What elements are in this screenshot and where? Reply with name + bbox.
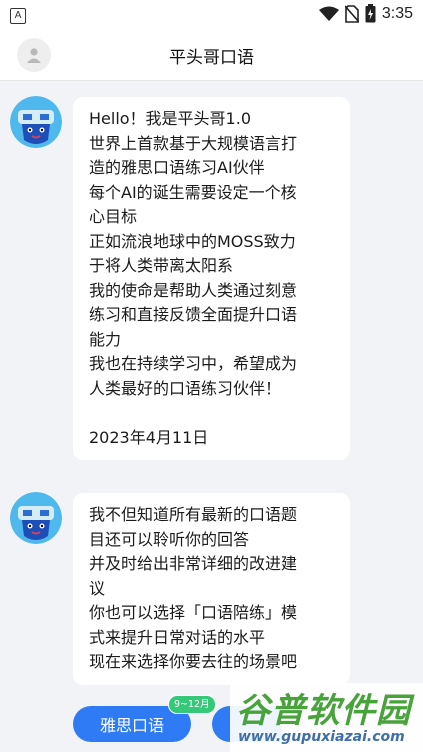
message-line: 议 <box>89 578 106 598</box>
wifi-icon <box>318 6 339 21</box>
no-sim-icon <box>344 4 359 23</box>
message-line: 练习和直接反馈全面提升口语 <box>89 305 298 324</box>
app-header: 平头哥口语 <box>0 30 423 81</box>
status-icons: 3:35 <box>318 4 413 23</box>
bot-avatar-image <box>10 96 62 148</box>
message-line: 并及时给出非常详细的改进建 <box>89 554 298 573</box>
bot-avatar <box>10 96 62 148</box>
bot-avatar <box>10 492 62 544</box>
app-notification-icon: A <box>10 8 26 24</box>
message-line: 我不但知道所有最新的口语题 <box>89 505 298 524</box>
message-line: 能力 <box>89 329 122 349</box>
season-tag-badge: 9~12月 <box>168 695 216 714</box>
message-line: 现在来选择你要去往的场景吧 <box>89 652 298 671</box>
watermark-title: 谷普软件园 <box>236 691 411 731</box>
message-line: 世界上首款基于大规模语言打 <box>89 133 298 153</box>
page-title: 平头哥口语 <box>169 48 254 68</box>
status-time: 3:35 <box>381 4 413 22</box>
message-line: 每个AI的诞生需要设定一个核 <box>89 182 297 202</box>
message-line: 正如流浪地球中的MOSS致力 <box>89 231 296 251</box>
watermark-url: www.gupuxiazai.com <box>238 729 405 745</box>
message-line: 式来提升日常对话的水平 <box>89 627 266 647</box>
message-line: 人类最好的口语练习伙伴！ <box>89 378 282 398</box>
message-line: 于将人类带离太阳系 <box>89 256 234 275</box>
site-watermark: 谷普软件园 www.gupuxiazai.com <box>230 683 423 752</box>
bot-message-bubble: 我不但知道所有最新的口语题 目还可以聆听你的回答并及时给出非常详细的改进建议你也可… <box>73 493 350 685</box>
message-line <box>89 401 338 426</box>
battery-icon <box>365 4 376 23</box>
message-line: 2023年4月11日 <box>89 427 209 447</box>
message-line: 我也在持续学习中，希望成为 <box>89 354 298 373</box>
bot-message-bubble: Hello！我是平头哥1.0 世界上首款基于大规模语言打 造的雅思口语练习AI伙伴每… <box>73 97 350 460</box>
status-bar: A 3:35 <box>0 0 423 30</box>
message-line: 你也可以选择「口语陪练」模 <box>89 603 298 622</box>
message-line: 我的使命是帮助人类通过刻意 <box>89 280 298 300</box>
bot-avatar-image <box>10 492 62 544</box>
message-line: 造的雅思口语练习AI伙伴 <box>89 158 265 177</box>
message-line: Hello！我是平头哥1.0 <box>89 109 252 128</box>
message-line: 心目标 <box>89 207 138 226</box>
message-line: 目还可以聆听你的回答 <box>89 529 250 549</box>
